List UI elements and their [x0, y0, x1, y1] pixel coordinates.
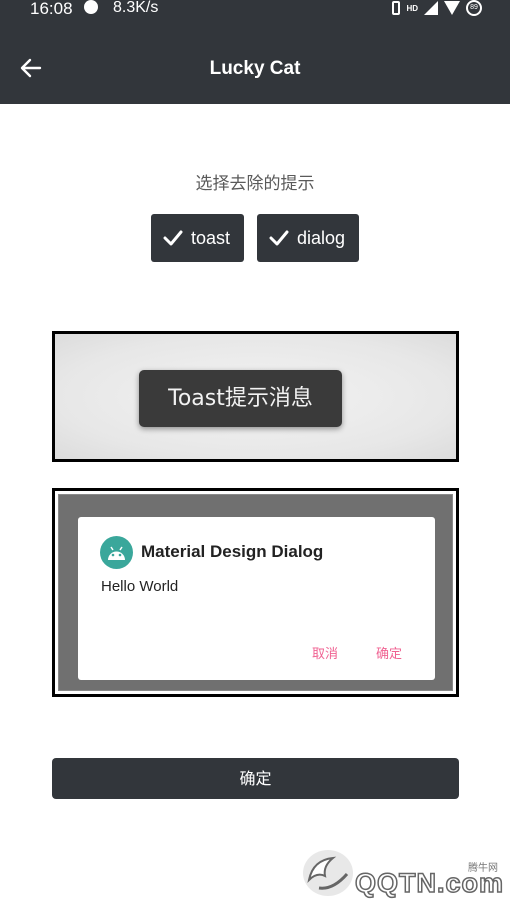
toast-option-label: toast: [190, 227, 230, 248]
dialog-message: Hello World: [101, 578, 179, 595]
toast-message: Toast提示消息: [139, 370, 342, 427]
status-time: 16:08: [30, 0, 73, 18]
dialog-option-chip[interactable]: dialog: [256, 214, 360, 262]
battery-icon: 89: [466, 0, 482, 16]
dialog-card: Material Design Dialog Hello World 取消 确定: [78, 517, 435, 680]
page-title: Lucky Cat: [209, 58, 301, 79]
status-bar: 16:08 8.3K/s HD 89: [0, 0, 510, 18]
check-icon: [269, 230, 289, 246]
check-icon: [163, 230, 183, 246]
status-icons: HD 89: [392, 0, 482, 16]
confirm-button[interactable]: 确定: [52, 758, 459, 799]
bluetooth-icon: [392, 1, 401, 15]
wifi-icon: [444, 1, 460, 15]
dialog-preview-image: Material Design Dialog Hello World 取消 确定: [52, 488, 459, 697]
signal-icon: [424, 1, 438, 15]
dialog-backdrop: Material Design Dialog Hello World 取消 确定: [58, 494, 453, 691]
dialog-option-label: dialog: [296, 227, 346, 248]
dialog-title: Material Design Dialog: [141, 542, 324, 561]
watermark-logo: [303, 850, 353, 896]
prompt-text: 选择去除的提示: [195, 174, 315, 194]
toast-preview-image: Toast提示消息: [52, 331, 459, 462]
hd-icon: HD: [406, 3, 418, 13]
toast-option-chip[interactable]: toast: [150, 214, 244, 262]
watermark-site-label: 腾牛网: [468, 863, 498, 874]
dialog-cancel-button: 取消: [312, 647, 339, 662]
status-net-speed: 8.3K/s: [113, 0, 159, 16]
android-icon: [100, 536, 133, 569]
app-header: 16:08 8.3K/s HD 89 Lucky Cat: [0, 0, 510, 104]
dialog-ok-button: 确定: [376, 647, 403, 662]
option-chips: toast dialog: [0, 214, 510, 262]
alarm-icon: [84, 0, 98, 14]
